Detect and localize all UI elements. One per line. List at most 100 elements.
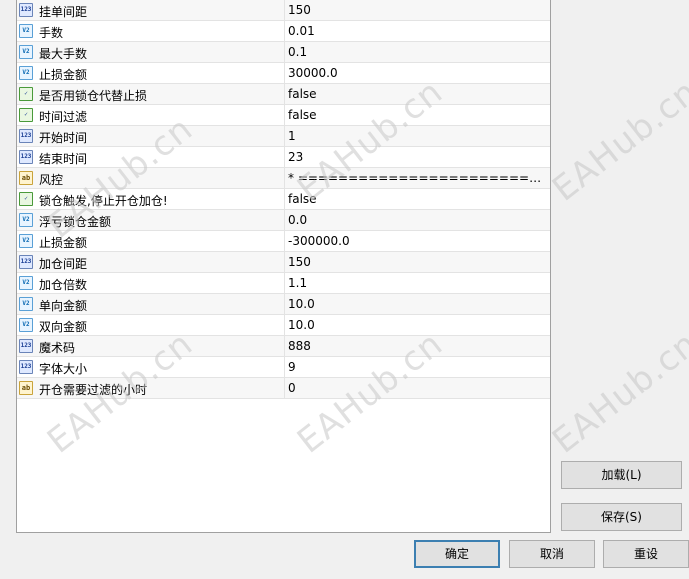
column-divider xyxy=(284,0,285,20)
parameter-row[interactable]: 123 魔术码 888 xyxy=(17,336,550,357)
int-type-icon: 123 xyxy=(19,255,33,269)
parameter-row[interactable]: V2 双向金额 10.0 xyxy=(17,315,550,336)
column-divider xyxy=(284,210,285,230)
parameter-row[interactable]: V2 浮亏锁仓金额 0.0 xyxy=(17,210,550,231)
ok-button[interactable]: 确定 xyxy=(414,540,500,568)
column-divider xyxy=(284,63,285,83)
column-divider xyxy=(284,294,285,314)
parameter-value[interactable]: 0.0 xyxy=(288,213,544,227)
dbl-type-icon: V2 xyxy=(19,66,33,80)
int-type-icon: 123 xyxy=(19,360,33,374)
int-type-icon: 123 xyxy=(19,129,33,143)
parameter-value[interactable]: false xyxy=(288,108,544,122)
parameter-name: 风控 xyxy=(39,173,64,187)
reset-button[interactable]: 重设 xyxy=(603,540,689,568)
column-divider xyxy=(284,315,285,335)
parameter-value[interactable]: 23 xyxy=(288,150,544,164)
parameter-value[interactable]: * ====================================== xyxy=(288,171,544,185)
parameter-name: 最大手数 xyxy=(39,47,88,61)
parameter-row[interactable]: ab 开仓需要过滤的小时 0 xyxy=(17,378,550,399)
parameter-name: 止损金额 xyxy=(39,68,88,82)
parameter-name: 字体大小 xyxy=(39,362,88,376)
parameter-name: 魔术码 xyxy=(39,341,76,355)
parameter-name: 加仓倍数 xyxy=(39,278,88,292)
parameter-name: 开仓需要过滤的小时 xyxy=(39,383,148,397)
save-button[interactable]: 保存(S) xyxy=(561,503,682,531)
parameter-row[interactable]: V2 止损金额 30000.0 xyxy=(17,63,550,84)
parameter-row[interactable]: V2 手数 0.01 xyxy=(17,21,550,42)
parameter-row[interactable]: ✓ 时间过滤 false xyxy=(17,105,550,126)
bool-type-icon: ✓ xyxy=(19,108,33,122)
parameter-value[interactable]: 0 xyxy=(288,381,544,395)
dbl-type-icon: V2 xyxy=(19,45,33,59)
parameter-row[interactable]: 123 字体大小 9 xyxy=(17,357,550,378)
parameter-name: 浮亏锁仓金额 xyxy=(39,215,112,229)
watermark: EAHub.cn xyxy=(545,71,689,210)
parameter-row[interactable]: ab 风控 * ==================================… xyxy=(17,168,550,189)
dbl-type-icon: V2 xyxy=(19,213,33,227)
parameter-row[interactable]: V2 加仓倍数 1.1 xyxy=(17,273,550,294)
parameter-name: 锁仓触发,停止开仓加仓! xyxy=(39,194,168,208)
bool-type-icon: ✓ xyxy=(19,87,33,101)
parameter-row[interactable]: V2 止损金额 -300000.0 xyxy=(17,231,550,252)
column-divider xyxy=(284,252,285,272)
dbl-type-icon: V2 xyxy=(19,276,33,290)
parameter-value[interactable]: 888 xyxy=(288,339,544,353)
column-divider xyxy=(284,126,285,146)
column-divider xyxy=(284,84,285,104)
column-divider xyxy=(284,336,285,356)
parameter-value[interactable]: 0.01 xyxy=(288,24,544,38)
parameter-value[interactable]: 0.1 xyxy=(288,45,544,59)
parameter-name: 结束时间 xyxy=(39,152,88,166)
column-divider xyxy=(284,147,285,167)
parameter-name: 加仓间距 xyxy=(39,257,88,271)
int-type-icon: 123 xyxy=(19,339,33,353)
str-type-icon: ab xyxy=(19,171,33,185)
parameter-value[interactable]: 1 xyxy=(288,129,544,143)
column-divider xyxy=(284,273,285,293)
column-divider xyxy=(284,105,285,125)
column-divider xyxy=(284,189,285,209)
parameter-value[interactable]: 9 xyxy=(288,360,544,374)
int-type-icon: 123 xyxy=(19,150,33,164)
watermark: EAHub.cn xyxy=(545,323,689,462)
cancel-button[interactable]: 取消 xyxy=(509,540,595,568)
parameter-row[interactable]: ✓ 锁仓触发,停止开仓加仓! false xyxy=(17,189,550,210)
parameter-value[interactable]: false xyxy=(288,87,544,101)
parameter-name: 挂单间距 xyxy=(39,5,88,19)
column-divider xyxy=(284,21,285,41)
parameter-name: 开始时间 xyxy=(39,131,88,145)
parameter-name: 时间过滤 xyxy=(39,110,88,124)
parameter-value[interactable]: 10.0 xyxy=(288,318,544,332)
parameter-row[interactable]: 123 开始时间 1 xyxy=(17,126,550,147)
parameter-name: 止损金额 xyxy=(39,236,88,250)
parameter-value[interactable]: 10.0 xyxy=(288,297,544,311)
column-divider xyxy=(284,42,285,62)
dbl-type-icon: V2 xyxy=(19,297,33,311)
parameter-row[interactable]: 123 挂单间距 150 xyxy=(17,0,550,21)
dbl-type-icon: V2 xyxy=(19,234,33,248)
parameter-value[interactable]: false xyxy=(288,192,544,206)
parameter-value[interactable]: 150 xyxy=(288,3,544,17)
parameter-row[interactable]: 123 加仓间距 150 xyxy=(17,252,550,273)
parameter-value[interactable]: 30000.0 xyxy=(288,66,544,80)
dbl-type-icon: V2 xyxy=(19,24,33,38)
parameter-name: 手数 xyxy=(39,26,64,40)
load-button[interactable]: 加载(L) xyxy=(561,461,682,489)
parameter-value[interactable]: -300000.0 xyxy=(288,234,544,248)
parameter-row[interactable]: V2 单向金额 10.0 xyxy=(17,294,550,315)
parameter-row[interactable]: ✓ 是否用锁仓代替止损 false xyxy=(17,84,550,105)
str-type-icon: ab xyxy=(19,381,33,395)
parameter-value[interactable]: 1.1 xyxy=(288,276,544,290)
parameter-grid: 123 挂单间距 150 V2 手数 0.01 V2 最大手数 0.1 V2 止损金额 30000.0… xyxy=(16,0,551,533)
parameter-row[interactable]: 123 结束时间 23 xyxy=(17,147,550,168)
parameter-value[interactable]: 150 xyxy=(288,255,544,269)
parameter-name: 是否用锁仓代替止损 xyxy=(39,89,148,103)
int-type-icon: 123 xyxy=(19,3,33,17)
parameter-row[interactable]: V2 最大手数 0.1 xyxy=(17,42,550,63)
column-divider xyxy=(284,231,285,251)
column-divider xyxy=(284,357,285,377)
bool-type-icon: ✓ xyxy=(19,192,33,206)
dbl-type-icon: V2 xyxy=(19,318,33,332)
column-divider xyxy=(284,378,285,398)
